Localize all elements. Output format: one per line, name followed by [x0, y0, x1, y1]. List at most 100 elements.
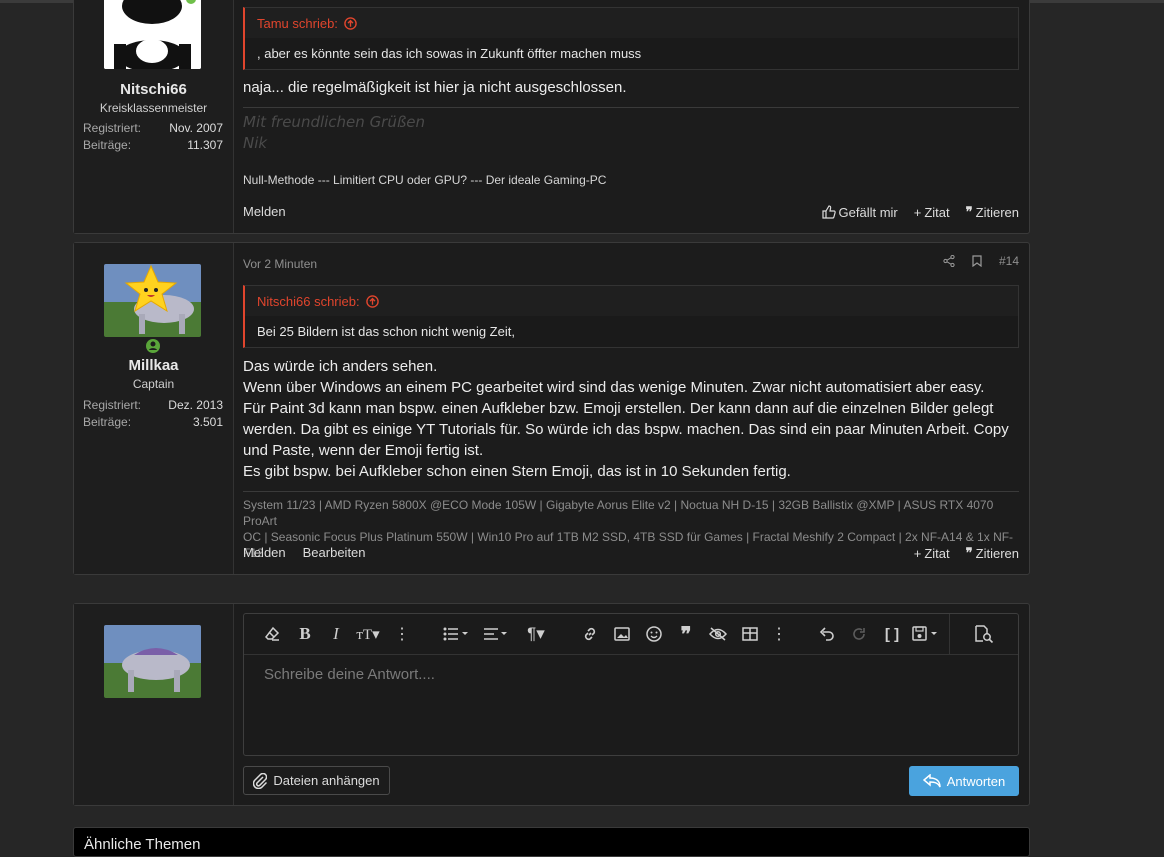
quote-button[interactable]: ❞ Zitieren [966, 204, 1019, 220]
message-line: und Paste, wenn der Emoji fertig ist. [243, 442, 484, 459]
user-column: Nitschi66 Kreisklassenmeister Registrier… [74, 0, 234, 233]
paperclip-icon [253, 772, 268, 789]
registered-label: Registriert: [83, 398, 142, 412]
like-label: Gefällt mir [838, 204, 898, 220]
similar-threads-block: Ähnliche Themen [73, 827, 1030, 857]
posts-stat: Beiträge: 3.501 [83, 415, 223, 429]
signature-links[interactable]: Null-Methode --- Limitiert CPU oder GPU?… [243, 173, 606, 187]
undo-icon[interactable] [816, 614, 838, 654]
reply-form: B I тT▾ ⋮ ¶▾ ❞ ⋮ [] Schreibe deine Antw… [73, 603, 1030, 806]
registered-stat: Registriert: Dez. 2013 [83, 398, 223, 412]
editor: B I тT▾ ⋮ ¶▾ ❞ ⋮ [] Schreibe deine Antw… [243, 613, 1019, 756]
message-line: Wenn über Windows an einem PC gearbeitet… [243, 379, 985, 396]
post-content: Tamu schrieb: , aber es könnte sein das … [243, 0, 1019, 233]
username[interactable]: Nitschi66 [74, 81, 233, 98]
quick-quote-button[interactable]: + Zitat [914, 205, 950, 220]
more-vertical-icon[interactable]: ⋮ [394, 614, 410, 654]
arrow-up-circle-icon[interactable] [365, 295, 379, 308]
text-size-icon[interactable]: тT▾ [352, 614, 384, 654]
avatar[interactable] [104, 264, 201, 337]
quote-text: Bei 25 Bildern ist das schon nicht wenig… [245, 316, 1018, 347]
report-link[interactable]: Melden [243, 545, 286, 560]
avatar[interactable] [104, 0, 201, 69]
signature-greeting: Mit freundlichen Grüßen [243, 113, 426, 131]
bookmark-icon[interactable] [972, 255, 982, 267]
posts-value: 3.501 [192, 415, 223, 429]
signature-line: System 11/23 | AMD Ryzen 5800X @ECO Mode… [243, 498, 994, 528]
image-icon[interactable] [611, 614, 633, 654]
attach-files-label: Dateien anhängen [273, 773, 380, 788]
quote-author-label: Tamu schrieb: [257, 16, 338, 31]
message-line: Das würde ich anders sehen. [243, 358, 438, 375]
signature-divider [243, 491, 1019, 492]
link-icon[interactable] [579, 614, 601, 654]
post-content: Vor 2 Minuten #14 Nitschi66 schrieb: Bei… [243, 243, 1019, 574]
quote-text: , aber es könnte sein das ich sowas in Z… [245, 38, 1018, 69]
editor-toolbar: B I тT▾ ⋮ ¶▾ ❞ ⋮ [] [244, 614, 1018, 655]
post-actions-right: Gefällt mir + Zitat ❞ Zitieren [821, 204, 1019, 220]
post-time[interactable]: Vor 2 Minuten [243, 257, 317, 271]
quote-author[interactable]: Nitschi66 schrieb: [257, 294, 379, 309]
message-line: Es gibt bspw. bei Aufkleber schon einen … [243, 463, 791, 480]
list-icon[interactable] [440, 614, 472, 654]
username[interactable]: Millkaa [74, 357, 233, 374]
registered-value: Nov. 2007 [169, 121, 223, 135]
arrow-up-circle-icon[interactable] [344, 17, 357, 30]
bold-icon[interactable]: B [294, 614, 316, 654]
quick-quote-label: Zitat [924, 545, 950, 561]
italic-icon[interactable]: I [325, 614, 347, 654]
plus-icon: + [913, 204, 922, 220]
posts-label: Beiträge: [83, 138, 132, 152]
message-text: naja... die regelmäßigkeit ist hier ja n… [243, 79, 627, 96]
quote-block: Tamu schrieb: , aber es könnte sein das … [243, 7, 1019, 70]
align-icon[interactable] [481, 614, 511, 654]
registered-label: Registriert: [83, 121, 142, 135]
attach-files-button[interactable]: Dateien anhängen [243, 766, 390, 795]
like-button[interactable]: Gefällt mir [821, 204, 898, 220]
posts-value: 11.307 [187, 138, 223, 152]
quote-block: Nitschi66 schrieb: Bei 25 Bildern ist da… [243, 285, 1019, 348]
quick-quote-button[interactable]: + Zitat [914, 546, 950, 561]
quote-button[interactable]: ❞ Zitieren [966, 545, 1019, 561]
drafts-icon[interactable] [910, 614, 942, 654]
table-icon[interactable] [739, 614, 761, 654]
post-actions-left: Melden [243, 204, 286, 219]
quote-author[interactable]: Tamu schrieb: [257, 16, 357, 31]
quote-icon[interactable]: ❞ [675, 614, 697, 654]
preview-icon[interactable] [949, 614, 1018, 654]
reply-label: Antworten [946, 773, 1006, 789]
redo-icon[interactable] [848, 614, 870, 654]
quote-label: Zitieren [975, 545, 1019, 561]
message-line: werden. Da gibt es einige YT Tutorials f… [243, 421, 1009, 438]
user-title: Kreisklassenmeister [99, 101, 208, 115]
reply-button[interactable]: Antworten [909, 766, 1019, 796]
post-actions-left: Melden Bearbeiten [243, 545, 366, 560]
quick-quote-label: Zitat [924, 204, 950, 220]
spoiler-icon[interactable] [707, 614, 729, 654]
quote-author-label: Nitschi66 schrieb: [257, 294, 360, 309]
message-line: Für Paint 3d kann man bspw. einen Aufkle… [243, 400, 994, 417]
more-vertical-icon[interactable]: ⋮ [771, 614, 787, 654]
bbcode-toggle-icon[interactable]: [ ] [881, 614, 903, 654]
user-title: Captain [132, 377, 175, 391]
edit-link[interactable]: Bearbeiten [303, 545, 366, 560]
share-icon[interactable] [943, 255, 955, 267]
post-meta-actions: #14 [943, 254, 1019, 268]
report-link[interactable]: Melden [243, 204, 286, 219]
clear-formatting-icon[interactable] [260, 614, 284, 654]
online-status-icon [146, 339, 160, 353]
user-column: Millkaa Captain Registriert: Dez. 2013 B… [74, 243, 234, 574]
signature-name: Nik [243, 134, 268, 152]
post-number[interactable]: #14 [999, 254, 1019, 268]
editor-column: B I тT▾ ⋮ ¶▾ ❞ ⋮ [] Schreibe deine Antw… [243, 604, 1019, 805]
quote-label: Zitieren [975, 204, 1019, 220]
quote-marks-icon: ❞ [965, 204, 973, 219]
quote-marks-icon: ❞ [965, 545, 973, 560]
signature-divider [243, 107, 1019, 108]
paragraph-icon[interactable]: ¶▾ [521, 614, 551, 654]
message-text: Das würde ich anders sehen. Wenn über Wi… [243, 356, 1019, 482]
emoji-icon[interactable] [643, 614, 665, 654]
reply-input[interactable]: Schreibe deine Antwort.... [264, 666, 435, 683]
thumbs-up-icon [821, 205, 836, 219]
posts-label: Beiträge: [83, 415, 132, 429]
